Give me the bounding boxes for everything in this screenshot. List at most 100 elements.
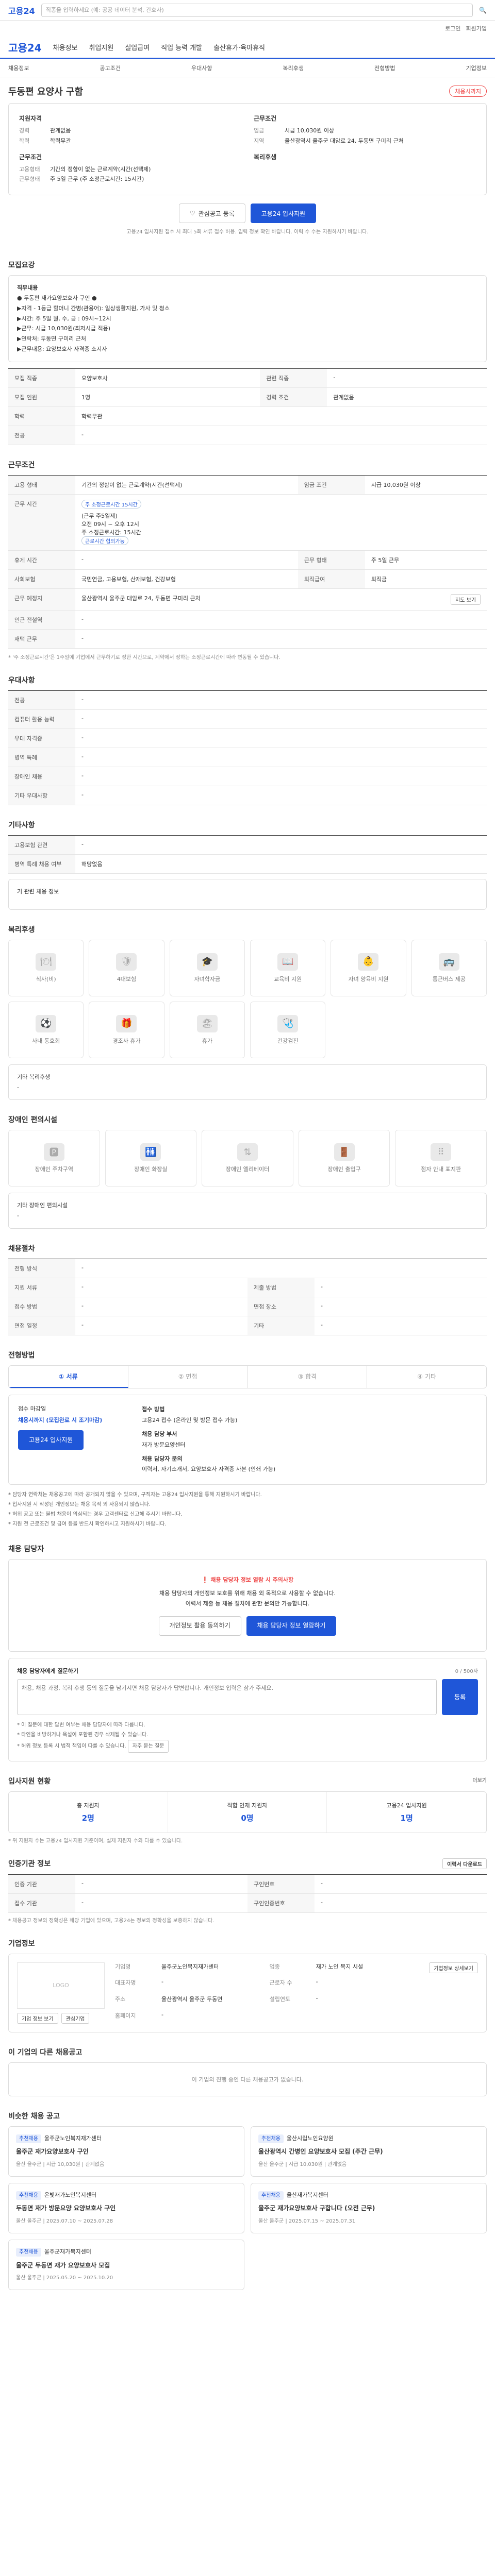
menu-employment-support[interactable]: 취업지원 (89, 42, 113, 52)
th: 병역 특례 채용 여부 (8, 854, 75, 874)
subnav-conditions[interactable]: 공고조건 (100, 64, 121, 72)
td: - (75, 728, 487, 748)
menu-jobs[interactable]: 채용정보 (53, 42, 78, 52)
rec-title[interactable]: 울주군 두동면 재가 요양보호사 모집 (16, 2260, 237, 2270)
td: - (75, 835, 487, 855)
subnav-company[interactable]: 기업정보 (466, 64, 487, 72)
td: 퇴직금 (365, 569, 487, 589)
subnav-welfare[interactable]: 복리후생 (283, 64, 304, 72)
subnav-prefer[interactable]: 우대사항 (191, 64, 212, 72)
company-key: 업종 (269, 1963, 280, 1970)
subnav-jobs[interactable]: 채용정보 (8, 64, 29, 72)
gnb-logo[interactable]: 고용24 (8, 4, 35, 16)
menu-job-training[interactable]: 직업 능력 개발 (161, 42, 202, 52)
rec-card[interactable]: 추천채용 울산재가복지센터 울주군 재가요양보호사 구합니다 (오전 근무) 울산 울… (251, 2182, 487, 2233)
th: 전공 (8, 690, 75, 710)
reg-title: 인증기관 정보 (8, 1859, 51, 1868)
step-etc[interactable]: ④ 기타 (367, 1366, 486, 1388)
qa-buttons: 개인정보 활용 동의하기 채용 담당자 정보 열람하기 (17, 1616, 478, 1636)
step-pass[interactable]: ③ 합격 (248, 1365, 368, 1388)
job-desc-line: ▶시간: 주 5일 월, 수, 금 : 09시~12시 (17, 315, 111, 322)
menu-unemployment-benefit[interactable]: 실업급여 (125, 42, 150, 52)
table-row: 컴퓨터 활용 능력 - (8, 709, 487, 729)
reg-download-button[interactable]: 이력서 다운로드 (442, 1858, 487, 1869)
signup-link[interactable]: 회원가입 (466, 24, 487, 32)
kv-row: 임금 시급 10,030원 이상 (254, 126, 476, 136)
subnav-process[interactable]: 전형방법 (374, 64, 395, 72)
kv-row: 근무형태 주 5일 근무 (주 소정근로시간: 15시간) (19, 174, 241, 184)
td: - (315, 1278, 487, 1297)
apply-button[interactable]: 고용24 입사지원 (250, 204, 317, 224)
th: 면접 장소 (248, 1297, 315, 1316)
th-type: 근무 형태 (298, 550, 365, 570)
menu-parental-leave[interactable]: 출산휴가·육아휴직 (213, 42, 265, 52)
section-title-reg: 인증기관 정보 이력서 다운로드 (8, 1858, 487, 1869)
disabled-card: 🅿 장애인 주차구역 (8, 1130, 100, 1187)
td: - (75, 1316, 248, 1335)
td: 시급 10,030원 이상 (365, 475, 487, 495)
login-link[interactable]: 로그인 (445, 24, 460, 32)
qa-text: 이력서 제출 등 채용 절차에 관한 문의만 가능합니다. (185, 1600, 310, 1607)
th-social: 사회보험 (8, 569, 75, 589)
inquiry-textarea[interactable] (17, 1679, 437, 1715)
inquiry-send-button[interactable]: 등록 (442, 1679, 478, 1715)
rec-card[interactable]: 추천채용 온빛재가노인복지센터 두동면 재가 방문요양 요양보호사 구인 울산 울주군… (8, 2182, 244, 2233)
inquiry-notes: * 이 질문에 대한 답변 여부는 채용 담당자에 따라 다릅니다. * 타인을… (17, 1720, 478, 1753)
view-contact-button[interactable]: 채용 담당자 정보 열람하기 (246, 1616, 337, 1636)
td: - (75, 709, 487, 729)
stats-more-link[interactable]: 더보기 (472, 1776, 487, 1786)
rec-chip: 추천채용 (16, 2134, 41, 2143)
favorite-button[interactable]: ♡ 관심공고 등록 (178, 204, 245, 224)
inquiry-box: 채용 담당자에게 질문하기 0 / 500자 등록 * 이 질문에 대한 답변 … (8, 1657, 487, 1761)
rec-chip: 추천채용 (16, 2247, 41, 2257)
th-address: 근무 예정지 (8, 588, 75, 611)
search-icon[interactable]: 🔍 (479, 7, 487, 14)
rec-title[interactable]: 울산광역시 간병인 요양보호사 모집 (주간 근무) (258, 2146, 479, 2157)
brand-logo[interactable]: 고용24 (8, 40, 42, 55)
td: 국민연금, 고용보험, 산재보험, 건강보험 (75, 569, 298, 589)
rec-card[interactable]: 추천채용 울주군재가복지센터 울주군 두동면 재가 요양보호사 모집 울산 울주군 |… (8, 2239, 244, 2290)
company-info-button[interactable]: 기업 정보 보기 (17, 2012, 58, 2024)
education-icon: 🎓 (196, 953, 218, 971)
consent-button[interactable]: 개인정보 활용 동의하기 (158, 1616, 241, 1636)
faq-button[interactable]: 자주 묻는 질문 (127, 1739, 169, 1753)
table-row: 전공 - (8, 690, 487, 710)
table-row: 접수 기관 - 구인인증번호 - (8, 1893, 487, 1913)
company-favorite-button[interactable]: 관심기업 (61, 2012, 90, 2024)
rec-title[interactable]: 두동면 재가 방문요양 요양보호사 구인 (16, 2203, 237, 2213)
rec-card[interactable]: 추천채용 울산시립노인요양원 울산광역시 간병인 요양보호사 모집 (주간 근무) 울… (251, 2126, 487, 2177)
table-row: 접수 방법 - 면접 장소 - (8, 1297, 487, 1316)
th: 장애인 채용 (8, 767, 75, 786)
step-document[interactable]: ① 서류 (9, 1365, 128, 1388)
td: - (75, 426, 487, 445)
hours-negotiable-chip: 근로시간 협의가능 (81, 536, 128, 545)
work-note: * '주 소정근로시간'은 1주일에 기업에서 근무하기로 정한 시간으로, 계… (8, 654, 280, 660)
other-empty: 이 기업의 진행 중인 다른 채용공고가 없습니다. (8, 2062, 487, 2096)
company-detail-button[interactable]: 기업정보 상세보기 (429, 1962, 478, 1973)
map-button[interactable]: 지도 보기 (451, 594, 481, 605)
club-icon: ⚽ (36, 1014, 57, 1032)
util-bar: 로그인 회원가입 (0, 21, 495, 36)
welfare-label: 휴가 (202, 1037, 212, 1044)
table-row: 면접 일정 - 기타 - (8, 1316, 487, 1335)
th: 접수 방법 (8, 1297, 75, 1316)
rec-chip: 추천채용 (16, 2191, 41, 2200)
td: - (315, 1316, 487, 1335)
apply-left: 접수 마감일 채용시까지 (모집완료 시 조기마감) 고용24 입사지원 (18, 1404, 131, 1475)
gnb-search-input[interactable]: 직종을 입력하세요 (예: 공공 데이터 분석, 간호사) (41, 3, 473, 17)
rec-title[interactable]: 울주군 재가요양보호사 구인 (16, 2146, 237, 2157)
td: - (75, 690, 487, 710)
td: - (75, 1874, 248, 1894)
step-interview[interactable]: ② 면접 (128, 1365, 248, 1388)
qa-warning: ❗ 채용 담당자 정보 열람 시 주의사항 (201, 1577, 294, 1584)
disabled-label: 장애인 출입구 (327, 1166, 361, 1173)
apply-panel-button[interactable]: 고용24 입사지원 (18, 1430, 84, 1450)
kv-row: 고용형태 기간의 정함이 없는 근로계약(시간(선택제) (19, 164, 241, 175)
elevator-icon: ⇅ (237, 1143, 258, 1161)
rec-title[interactable]: 울주군 재가요양보호사 구합니다 (오전 근무) (258, 2203, 479, 2213)
rec-card[interactable]: 추천채용 울주군노인복지재가센터 울주군 재가요양보호사 구인 울산 울주군 | 시급… (8, 2126, 244, 2177)
contact-label: 채용 담당자 문의 (142, 1455, 183, 1462)
kv-key: 경력 (19, 127, 30, 134)
section-title-stats: 입사지원 현황 더보기 (8, 1776, 487, 1786)
job-desc-line: ▶연락처: 두동면 구미리 근처 (17, 335, 86, 343)
